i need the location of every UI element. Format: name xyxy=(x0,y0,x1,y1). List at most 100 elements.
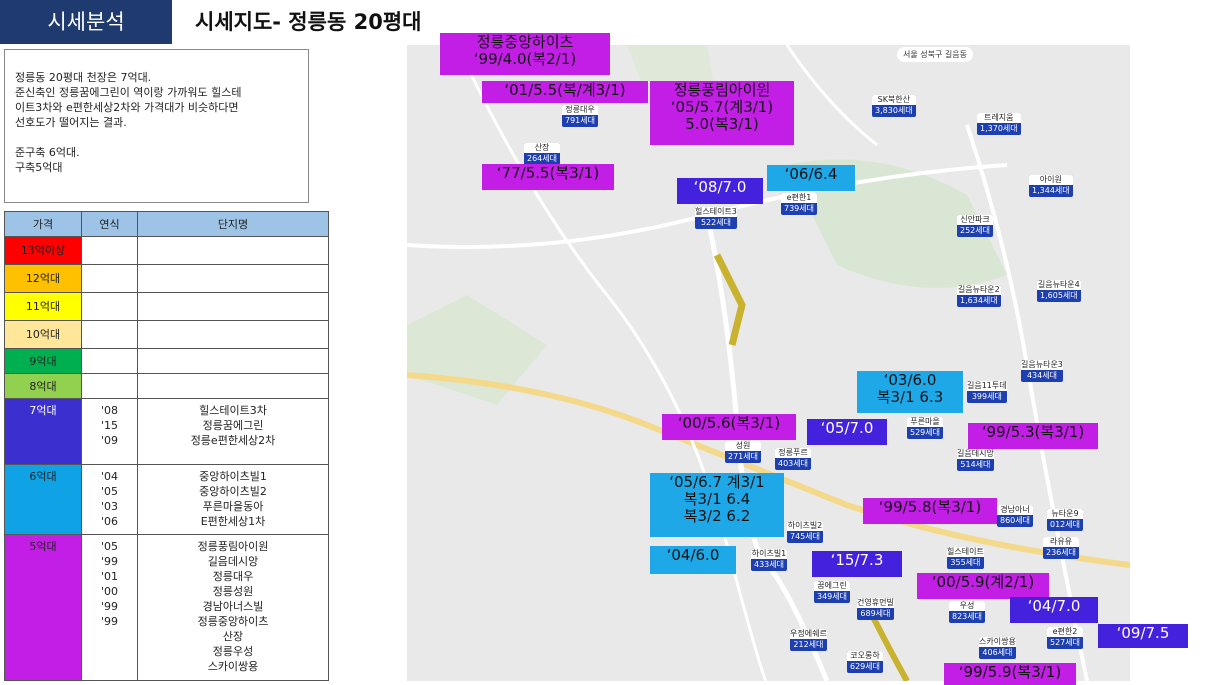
complex-marker[interactable]: 정릉대우 791세대 xyxy=(562,105,598,127)
marker-count: 252세대 xyxy=(960,226,990,235)
price-tier: 12억대 xyxy=(4,264,82,293)
complex-marker[interactable]: 신안파크 252세대 xyxy=(957,215,993,237)
price-label-line: ‘99/5.9(복3/1) xyxy=(958,663,1062,681)
price-label: ‘00/5.9(계2/1) xyxy=(917,573,1049,599)
price-label: 정릉풍림아이원 ‘05/5.7(계3/1) 5.0(복3/1) xyxy=(650,81,794,145)
complex-marker[interactable]: 힐스테이트3 522세대 xyxy=(695,207,737,229)
complex-marker[interactable]: 길음뉴타운4 1,605세대 xyxy=(1037,280,1081,302)
marker-count: 399세대 xyxy=(971,392,1002,401)
marker-name: e편한2 xyxy=(1047,627,1083,637)
year-list: '04 '05 '03 '06 xyxy=(81,464,138,535)
complex-marker[interactable]: 트레지움 1,370세대 xyxy=(977,113,1021,135)
marker-name: 산장 xyxy=(524,143,560,153)
complex-marker[interactable]: 길음뉴타운2 1,634세대 xyxy=(957,285,1001,307)
complex-list xyxy=(137,292,329,321)
marker-name: 정릉푸르 xyxy=(775,448,811,458)
price-label-line: ‘05/6.7 계3/1 xyxy=(669,473,765,491)
complex-marker[interactable]: 경남아너 860세대 xyxy=(997,505,1033,527)
legend-row: 7억대 '08 '15 '09 힐스테이트3차 정릉꿈에그린 정릉e편한세상2차 xyxy=(4,398,329,465)
marker-count: 403세대 xyxy=(778,459,808,468)
price-label: ‘01/5.5(복/계3/1) xyxy=(482,81,648,103)
complex-marker[interactable]: 하이츠빌1 433세대 xyxy=(751,549,787,571)
summary-note: 정릉동 20평대 천장은 7억대. 준신축인 정릉꿈에그린이 역이랑 가까워도 … xyxy=(4,49,309,203)
marker-name: 길음데시앙 xyxy=(957,449,994,459)
complex-marker[interactable]: e편한1 739세대 xyxy=(781,193,817,215)
price-label-line: 복3/1 6.3 xyxy=(876,388,944,406)
marker-count: 264세대 xyxy=(527,154,557,163)
marker-name: 힐스테이트3 xyxy=(695,207,737,217)
marker-name: 하이츠빌1 xyxy=(751,549,787,559)
complex-marker[interactable]: 길음데시앙 514세대 xyxy=(957,449,994,471)
note-line: 정릉동 20평대 천장은 7억대. xyxy=(15,71,152,84)
complex-marker[interactable]: 하이츠빌2 745세대 xyxy=(787,521,823,543)
section-title: 시세분석 xyxy=(0,0,172,44)
price-label-line: ‘03/6.0 xyxy=(883,371,937,389)
price-tier: 6억대 xyxy=(4,464,82,535)
complex-marker[interactable]: 우성 823세대 xyxy=(949,601,985,623)
price-label-line: ‘08/7.0 xyxy=(693,178,747,196)
year-list xyxy=(81,264,138,293)
marker-name: 아이원 xyxy=(1029,175,1073,185)
price-tier: 10억대 xyxy=(4,320,82,349)
complex-marker[interactable]: 건영휴먼빌 689세대 xyxy=(857,598,894,620)
marker-name: 푸른마을 xyxy=(907,417,943,427)
complex-marker[interactable]: 아이원 1,344세대 xyxy=(1029,175,1073,197)
marker-name: 코오롱하 xyxy=(847,651,883,661)
marker-name: 우성 xyxy=(949,601,985,611)
price-legend-table: 가격 연식 단지명 13억이상 12억대 11억대 10억대 9억대 8억대 7억대 '08 … xyxy=(4,211,329,681)
price-label-line: ‘04/6.0 xyxy=(666,546,720,564)
complex-marker[interactable]: 정릉푸르 403세대 xyxy=(775,448,811,470)
marker-count: 791세대 xyxy=(565,116,595,125)
marker-name: 길음11투데 xyxy=(967,381,1007,391)
marker-count: 212세대 xyxy=(793,640,824,649)
marker-count: 522세대 xyxy=(700,218,731,227)
price-label: ‘00/5.6(복3/1) xyxy=(662,414,796,440)
complex-list: 중앙하이츠빌1 중앙하이츠빌2 푸른마을동아 E편한세상1차 xyxy=(137,464,329,535)
marker-count: 434세대 xyxy=(1026,371,1057,380)
price-label-line: ‘05/5.7(계3/1) xyxy=(670,98,774,116)
legend-row: 12억대 xyxy=(4,264,329,293)
marker-count: 529세대 xyxy=(910,428,940,437)
complex-marker[interactable]: 코오롱하 629세대 xyxy=(847,651,883,673)
complex-list xyxy=(137,348,329,374)
price-label: ‘77/5.5(복3/1) xyxy=(482,164,614,190)
complex-marker[interactable]: 라유유 236세대 xyxy=(1043,537,1079,559)
complex-marker[interactable]: SK북한산 3,830세대 xyxy=(872,95,916,117)
page-title: 시세지도- 정릉동 20평대 xyxy=(195,10,422,34)
price-tier: 9억대 xyxy=(4,348,82,374)
price-tier: 8억대 xyxy=(4,373,82,399)
col-price: 가격 xyxy=(4,211,82,237)
complex-marker[interactable]: 길음11투데 399세대 xyxy=(967,381,1007,403)
marker-count: 745세대 xyxy=(790,532,820,541)
year-list xyxy=(81,320,138,349)
price-tier: 7억대 xyxy=(4,398,82,465)
marker-name: 길음뉴타운3 xyxy=(1021,360,1063,370)
marker-count: 860세대 xyxy=(1000,516,1030,525)
complex-marker[interactable]: 산장 264세대 xyxy=(524,143,560,165)
legend-row: 10억대 xyxy=(4,320,329,349)
complex-marker[interactable]: 스카이쌍용 406세대 xyxy=(979,637,1016,659)
price-label-line: 정릉풍림아이원 xyxy=(673,81,771,99)
marker-name: 경남아너 xyxy=(997,505,1033,515)
complex-marker[interactable]: 성원 271세대 xyxy=(725,441,761,463)
complex-marker[interactable]: 푸른마을 529세대 xyxy=(907,417,943,439)
price-label-line: 정릉중앙하이츠 xyxy=(476,33,574,51)
marker-name: 건영휴먼빌 xyxy=(857,598,894,608)
complex-marker[interactable]: 꿈에그린 349세대 xyxy=(814,581,850,603)
year-list xyxy=(81,373,138,399)
complex-marker[interactable]: 길음뉴타운3 434세대 xyxy=(1021,360,1063,382)
marker-count: 514세대 xyxy=(960,460,991,469)
complex-marker[interactable]: 뉴타운9 012세대 xyxy=(1047,509,1083,531)
price-label: ‘05/6.7 계3/1 복3/1 6.4 복3/2 6.2 xyxy=(650,473,784,537)
col-complex: 단지명 xyxy=(137,211,329,237)
map-location-bar[interactable]: 서울 성북구 길음동 xyxy=(897,47,973,62)
marker-name: 트레지움 xyxy=(977,113,1021,123)
year-list xyxy=(81,236,138,265)
complex-marker[interactable]: 힐스테이트 355세대 xyxy=(947,547,984,569)
price-label-line: ‘06/6.4 xyxy=(784,165,838,183)
marker-name: 꿈에그린 xyxy=(814,581,850,591)
complex-marker[interactable]: e편한2 527세대 xyxy=(1047,627,1083,649)
marker-name: SK북한산 xyxy=(872,95,916,105)
complex-marker[interactable]: 우정에쉐르 212세대 xyxy=(790,629,827,651)
legend-row: 8억대 xyxy=(4,373,329,399)
